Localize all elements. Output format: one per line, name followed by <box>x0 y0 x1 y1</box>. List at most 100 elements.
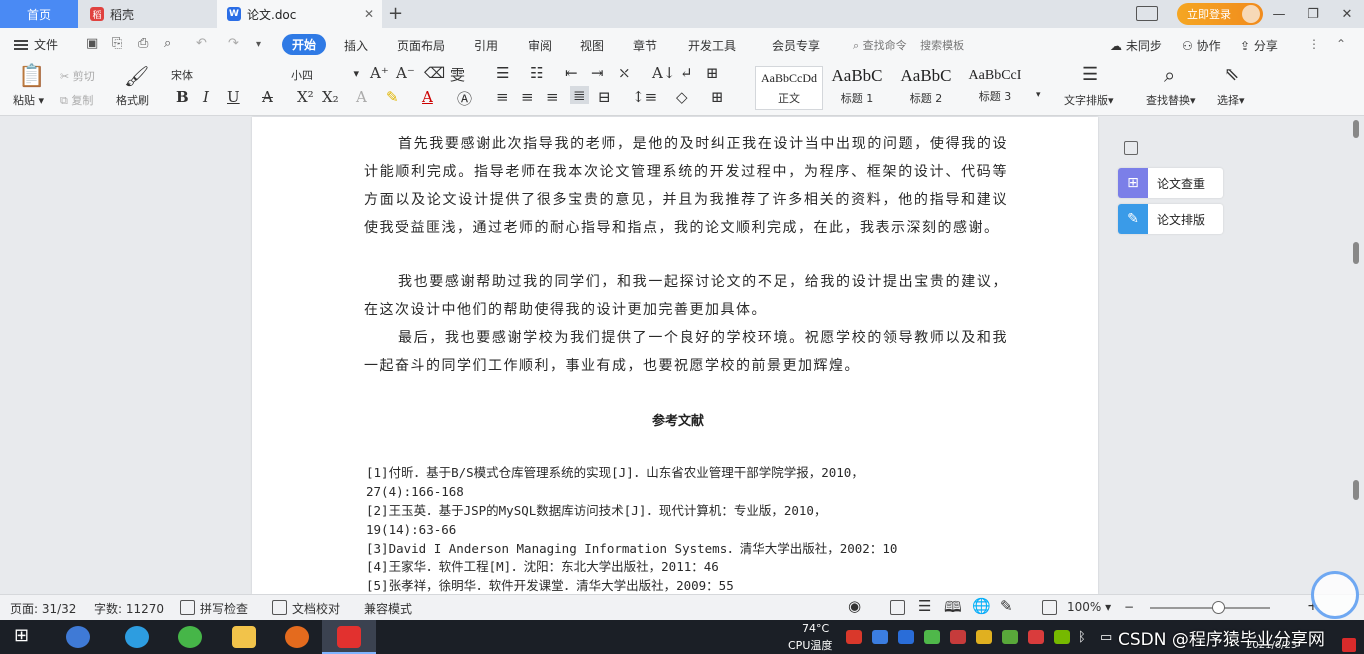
italic-icon[interactable]: I <box>203 88 209 106</box>
menu-home[interactable]: 开始 <box>282 34 327 55</box>
nvidia-icon[interactable] <box>1054 630 1070 644</box>
chinese-layout-icon[interactable]: ⤬ <box>618 64 631 82</box>
menu-review[interactable]: 审阅 <box>528 37 552 54</box>
windows-start-icon[interactable]: ⊞ <box>14 625 38 647</box>
bluetooth-icon[interactable]: ᛒ <box>1078 630 1086 645</box>
zoom-level[interactable]: 100% ▾ <box>1067 600 1111 614</box>
paper-layout-button[interactable]: ✎ 论文排版 <box>1118 204 1223 234</box>
file-explorer-icon[interactable] <box>232 626 256 648</box>
fit-page-icon[interactable] <box>1042 600 1057 615</box>
media-player-icon[interactable] <box>285 626 309 648</box>
menu-reference[interactable]: 引用 <box>474 37 498 54</box>
collab-button[interactable]: ⚇ 协作 <box>1182 37 1221 54</box>
select-button[interactable]: 选择▾ <box>1217 92 1245 108</box>
quick-access-dropdown-icon[interactable]: ▾ <box>256 39 261 50</box>
preview-icon[interactable]: ⌕ <box>164 36 171 51</box>
paragraph-1[interactable]: 首先我要感谢此次指导我的老师，是他的及时纠正我在设计当中出现的问题，使得我的设计… <box>364 130 1008 242</box>
shield-icon[interactable] <box>898 630 914 644</box>
font-name-select[interactable]: 宋体 <box>170 66 280 84</box>
align-right-icon[interactable]: ≡ <box>546 88 559 106</box>
more-icon[interactable]: ⋮ <box>1308 37 1320 51</box>
format-painter-button[interactable]: 格式刷 <box>116 92 149 108</box>
taskbar-active-wps[interactable] <box>322 620 376 654</box>
tab-stops-icon[interactable]: ⊞ <box>706 64 719 82</box>
subscript-icon[interactable]: X₂ <box>322 88 339 106</box>
zoom-slider-handle[interactable] <box>1212 601 1225 614</box>
menu-view[interactable]: 视图 <box>580 37 604 54</box>
style-heading1[interactable]: AaBbC 标题 1 <box>823 66 891 110</box>
eye-protect-icon[interactable]: ◉ <box>848 597 861 615</box>
ie-browser-icon[interactable] <box>125 626 149 648</box>
underline-icon[interactable]: U <box>227 88 240 106</box>
phonetic-icon[interactable]: 雯 <box>450 64 465 85</box>
tray-app-icon[interactable] <box>872 630 888 644</box>
reading-view-icon[interactable]: 🕮 <box>944 597 962 622</box>
format-painter-icon[interactable]: 🖌 <box>124 64 149 88</box>
text-layout-button[interactable]: 文字排版▾ <box>1064 92 1114 108</box>
style-heading2[interactable]: AaBbC 标题 2 <box>892 66 960 110</box>
restore-button[interactable]: ❐ <box>1296 7 1330 22</box>
grow-font-icon[interactable]: A⁺ <box>370 64 389 82</box>
align-center-icon[interactable]: ≡ <box>521 88 534 106</box>
tray-app-icon[interactable] <box>950 630 966 644</box>
scroll-marker[interactable] <box>1353 480 1359 500</box>
bullet-list-icon[interactable]: ☰ <box>496 64 509 82</box>
new-tab-button[interactable]: + <box>388 3 403 24</box>
page-view-icon[interactable] <box>890 600 905 615</box>
close-tab-icon[interactable]: ✕ <box>364 7 374 21</box>
reference-item[interactable]: [1]付昕．基于B/S模式仓库管理系统的实现[J]．山东省农业管理干部学院学报，… <box>366 463 1006 482</box>
reference-item[interactable]: 27(4):166-168 <box>366 482 1006 501</box>
reference-item[interactable]: [5]张孝祥，徐明华．软件开发课堂．清华大学出版社，2009：55 <box>366 576 1006 595</box>
tray-app-icon[interactable] <box>1002 630 1018 644</box>
panel-layout-icon[interactable] <box>1136 6 1158 21</box>
reference-item[interactable]: [3]David I Anderson Managing Information… <box>366 539 1006 558</box>
sync-button[interactable]: ☁ 未同步 <box>1110 37 1162 54</box>
align-left-icon[interactable]: ≡ <box>496 88 509 106</box>
text-effect-icon[interactable]: A <box>356 88 367 106</box>
reference-item[interactable]: [4]王家华．软件工程[M]．沈阳：东北大学出版社，2011：46 <box>366 557 1006 576</box>
font-size-select[interactable]: 小四 ▾ <box>290 66 362 84</box>
spell-check-button[interactable]: 拼写检查 <box>200 600 248 617</box>
find-replace-icon[interactable]: ⌕ <box>1164 63 1175 87</box>
network-icon[interactable]: ▭ <box>1100 630 1112 645</box>
share-button[interactable]: ⇪ 分享 <box>1240 37 1278 54</box>
file-menu[interactable]: 文件 <box>14 36 58 53</box>
style-heading3[interactable]: AaBbCcI 标题 3 <box>961 66 1029 110</box>
char-border-icon[interactable]: Ⓐ <box>457 88 472 109</box>
tray-app-icon[interactable] <box>1028 630 1044 644</box>
360-browser-icon[interactable] <box>178 626 202 648</box>
outline-view-icon[interactable]: ☰ <box>918 597 931 615</box>
paper-check-button[interactable]: ⊞ 论文查重 <box>1118 168 1223 198</box>
vertical-scrollbar[interactable] <box>1352 120 1360 592</box>
export-icon[interactable]: ⎘ <box>112 36 122 51</box>
select-cursor-icon[interactable]: ⇖ <box>1224 64 1239 85</box>
write-mode-icon[interactable]: ✎ <box>1000 597 1013 615</box>
pinwheel-app-icon[interactable] <box>66 626 90 648</box>
side-panel-toggle-icon[interactable] <box>1124 141 1138 155</box>
menu-page-layout[interactable]: 页面布局 <box>397 37 445 54</box>
styles-more-icon[interactable]: ▾ <box>1036 90 1041 100</box>
style-normal[interactable]: AaBbCcDd 正文 <box>755 66 823 110</box>
text-layout-icon[interactable]: ☰ <box>1082 64 1098 85</box>
numbered-list-icon[interactable]: ☷ <box>530 64 543 82</box>
line-spacing-icon[interactable]: ↕≡ <box>632 88 657 106</box>
superscript-icon[interactable]: X² <box>297 88 314 106</box>
collapse-ribbon-icon[interactable]: ⌃ <box>1336 37 1346 51</box>
menu-section[interactable]: 章节 <box>633 37 657 54</box>
paragraph-3[interactable]: 最后，我也要感谢学校为我们提供了一个良好的学校环境。祝愿学校的领导教师以及和我一… <box>364 324 1008 380</box>
web-view-icon[interactable]: 🌐 <box>972 597 991 615</box>
tray-app-icon[interactable] <box>846 630 862 644</box>
font-color-icon[interactable]: A <box>422 88 433 106</box>
bold-icon[interactable]: B <box>176 88 189 106</box>
copy-button[interactable]: ⧉ 复制 <box>60 92 93 108</box>
undo-icon[interactable]: ↶ <box>196 36 207 51</box>
login-button[interactable]: 立即登录 <box>1177 3 1263 25</box>
paragraph-2[interactable]: 我也要感谢帮助过我的同学们，和我一起探讨论文的不足，给我的设计提出宝贵的建议，在… <box>364 268 1008 324</box>
strikethrough-icon[interactable]: A <box>262 88 273 106</box>
reference-item[interactable]: 19(14):63-66 <box>366 520 1006 539</box>
zoom-out-button[interactable]: − <box>1124 600 1134 614</box>
tab-daoke[interactable]: 稻 稻壳 <box>80 0 215 28</box>
paste-icon[interactable]: 📋 <box>18 64 45 89</box>
find-replace-button[interactable]: 查找替换▾ <box>1146 92 1196 108</box>
redo-icon[interactable]: ↷ <box>228 36 239 51</box>
